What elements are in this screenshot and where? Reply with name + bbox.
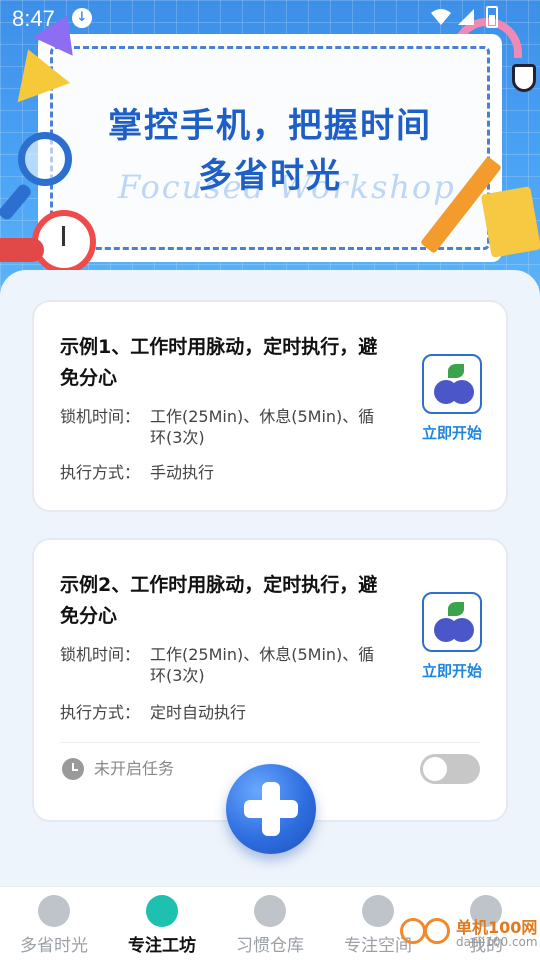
- start-now-button[interactable]: 立即开始: [414, 660, 490, 681]
- task-status-text: 未开启任务: [94, 759, 175, 778]
- divider: [60, 742, 480, 743]
- lock-time-row: 锁机时间： 工作(25Min)、休息(5Min)、循环(3次): [60, 644, 390, 686]
- banner-title-line1: 掌控手机，把握时间: [108, 106, 432, 146]
- magnifier-icon: [18, 132, 72, 186]
- plus-icon: [244, 800, 298, 818]
- toggle-knob: [423, 757, 447, 781]
- nav-item-time[interactable]: 多省时光: [0, 887, 108, 960]
- exec-mode-label: 执行方式：: [60, 463, 141, 482]
- lock-time-label: 锁机时间：: [60, 645, 141, 664]
- exec-mode-label: 执行方式：: [60, 703, 141, 722]
- lock-time-value: 工作(25Min)、休息(5Min)、循环(3次): [150, 645, 375, 685]
- box-icon: [254, 895, 286, 927]
- nav-label: 习惯仓库: [236, 936, 304, 956]
- watermark-url: danji100.com: [456, 935, 538, 949]
- clock-icon: [38, 895, 70, 927]
- wifi-icon: [431, 9, 451, 25]
- blueberry-app-icon[interactable]: [422, 354, 482, 414]
- card-title: 示例1、工作时用脉动，定时执行，避免分心: [60, 336, 378, 389]
- book-icon: [480, 186, 540, 258]
- nav-label: 多省时光: [20, 936, 88, 956]
- screen: Focused Workshop 掌控手机，把握时间 多省时光 8:47 ↓ 示…: [0, 0, 540, 960]
- nav-label: 专注工坊: [128, 936, 196, 956]
- clock-icon: [62, 758, 84, 780]
- blueberry-app-icon[interactable]: [422, 592, 482, 652]
- add-button[interactable]: [226, 764, 316, 854]
- exec-mode-value: 定时自动执行: [150, 703, 247, 722]
- example-card-1[interactable]: 示例1、工作时用脉动，定时执行，避免分心 锁机时间： 工作(25Min)、休息(5…: [32, 300, 508, 512]
- banner-title-line2: 多省时光: [198, 156, 342, 196]
- battery-icon: [486, 6, 498, 28]
- signal-icon: [458, 9, 474, 25]
- nav-item-workshop[interactable]: 专注工坊: [108, 887, 216, 960]
- lock-time-label: 锁机时间：: [60, 407, 141, 426]
- download-icon: ↓: [72, 8, 92, 28]
- exec-mode-value: 手动执行: [150, 463, 215, 482]
- shield-icon: [512, 64, 536, 92]
- task-toggle[interactable]: [420, 754, 480, 784]
- exec-mode-row: 执行方式： 手动执行: [60, 462, 390, 483]
- layers-icon: [362, 895, 394, 927]
- status-time: 8:47: [12, 6, 55, 31]
- banner: Focused Workshop 掌控手机，把握时间 多省时光 8:47 ↓: [0, 0, 540, 300]
- start-now-button[interactable]: 立即开始: [414, 422, 490, 443]
- paint-decoration: [0, 238, 44, 262]
- exec-mode-row: 执行方式： 定时自动执行: [60, 702, 390, 723]
- nav-item-habits[interactable]: 习惯仓库: [216, 887, 324, 960]
- lock-time-row: 锁机时间： 工作(25Min)、休息(5Min)、循环(3次): [60, 406, 390, 448]
- lock-time-value: 工作(25Min)、休息(5Min)、循环(3次): [150, 407, 375, 447]
- bulb-icon: [146, 895, 178, 927]
- card-title: 示例2、工作时用脉动，定时执行，避免分心: [60, 574, 378, 627]
